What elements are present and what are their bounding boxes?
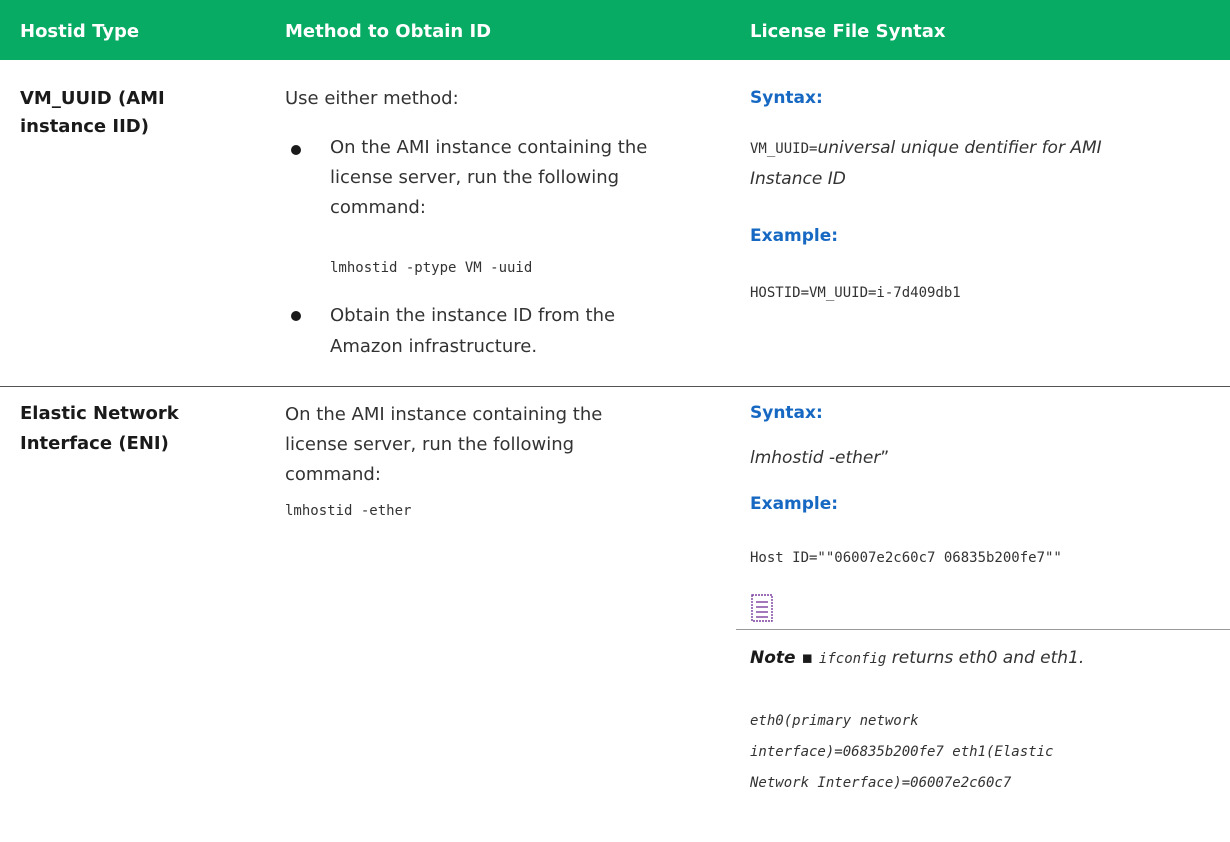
bullet-icon [291,311,301,321]
method-line: command: [285,464,381,485]
note-detail-line: interface)=06835b200fe7 eth1(Elastic [750,744,1054,760]
hostid-type-cell: VM_UUID (AMI instance IID) [20,86,220,139]
note-detail: eth0(primary network interface)=06835b20… [750,706,1220,799]
bullet-line: command: [330,197,426,218]
syntax-heading: Syntax: [750,403,823,423]
bullet-line: Obtain the instance ID from the [330,305,616,326]
method-line: On the AMI instance containing the [285,404,603,425]
syntax-value: VM_UUID=universal unique dentifier for A… [750,133,1102,194]
column-header-hostid-type: Hostid Type [20,21,140,42]
syntax-placeholder: lmhostid -ether [750,448,881,468]
syntax-placeholder: universal unique dentifier for AMI [817,138,1102,158]
bullet-line: Amazon infrastructure. [330,336,538,357]
example-code: Host ID=""06007e2c60c7 06835b200fe7"" [750,550,1062,566]
example-code: HOSTID=VM_UUID=i-7d409db1 [750,285,961,301]
note-label: Note ▪ [750,648,819,668]
syntax-tail: ” [880,448,890,468]
syntax-placeholder: Instance ID [750,169,846,189]
hostid-type-cell: Elastic Network Interface (ENI) [20,401,220,456]
note-divider [736,629,1230,630]
note-icon [751,594,773,622]
column-header-syntax: License File Syntax [750,21,946,42]
syntax-heading: Syntax: [750,88,823,108]
row-divider [0,386,1230,387]
command-code: lmhostid -ether [285,503,412,519]
syntax-value: lmhostid -ether” [750,448,889,468]
note-code: ifconfig [818,651,887,667]
note-body: returns eth0 and eth1. [886,648,1085,668]
method-line: license server, run the following [285,434,575,455]
method-bullet-1: On the AMI instance containing the licen… [330,133,647,223]
method-bullet-2: Obtain the instance ID from the Amazon i… [330,300,615,362]
hostid-type-line: instance IID) [20,116,149,137]
syntax-code: VM_UUID= [750,141,818,157]
table-header: Hostid Type Method to Obtain ID License … [0,0,1230,60]
bullet-line: license server, run the following [330,167,620,188]
column-header-method: Method to Obtain ID [285,21,492,42]
bullet-icon [291,145,301,155]
hostid-type-line: Interface (ENI) [20,433,169,454]
note-text: Note ▪ ifconfig returns eth0 and eth1. [750,648,1084,668]
hostid-type-line: Elastic Network [20,403,179,424]
example-heading: Example: [750,226,839,246]
method-text: On the AMI instance containing the licen… [285,400,602,490]
note-detail-line: eth0(primary network [750,713,919,729]
hostid-type-line: VM_UUID (AMI [20,88,165,109]
example-heading: Example: [750,494,839,514]
note-detail-line: Network Interface)=06007e2c60c7 [750,775,1012,791]
method-intro: Use either method: [285,88,459,109]
bullet-line: On the AMI instance containing the [330,137,648,158]
command-code: lmhostid -ptype VM -uuid [330,260,533,276]
